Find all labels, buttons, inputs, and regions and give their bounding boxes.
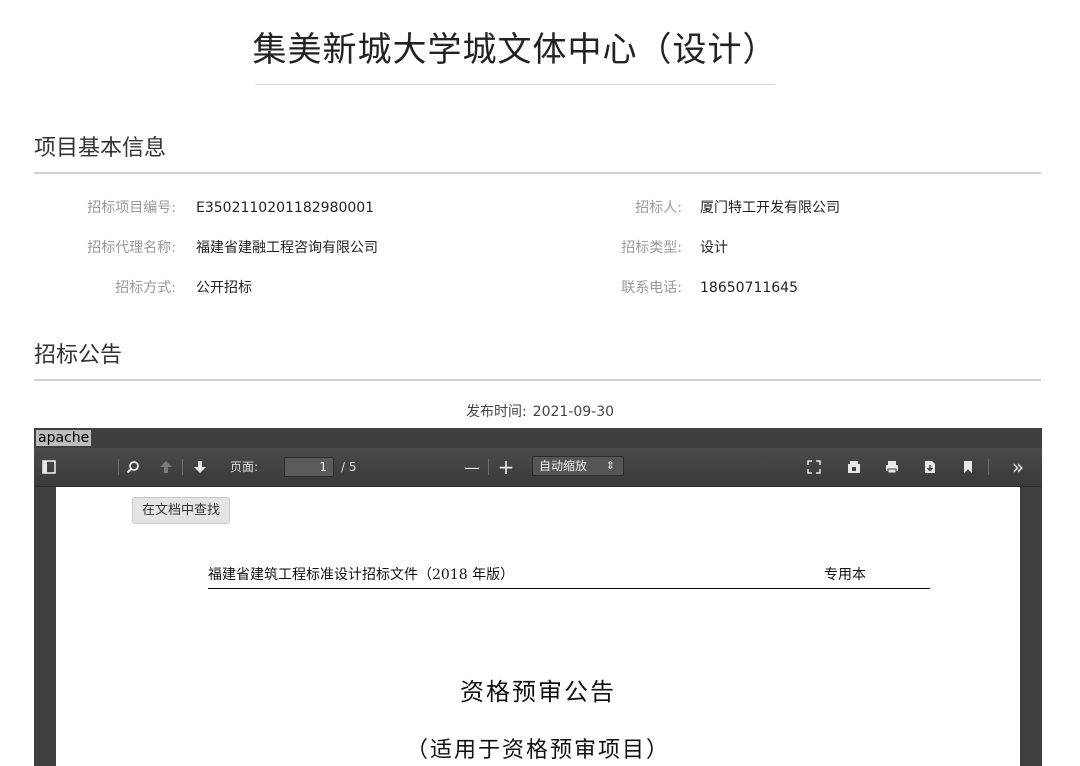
print-icon[interactable]	[882, 448, 902, 486]
notice-divider	[34, 379, 1041, 381]
search-icon[interactable]	[122, 448, 144, 486]
toolbar-separator	[488, 459, 489, 475]
doc-subtitle: （适用于资格预审项目）	[405, 738, 670, 763]
next-page-icon[interactable]	[190, 448, 210, 486]
tenderer-value: 厦门特工开发有限公司	[700, 200, 840, 216]
doc-header-right: 专用本	[824, 567, 866, 583]
download-icon[interactable]	[920, 448, 940, 486]
doc-running-header: 福建省建筑工程标准设计招标文件（2018 年版） 专用本	[208, 564, 930, 589]
pdf-viewer: apache 页面: 1 / 5 — + 自动缩放 ⇕ » 福建省建筑工程标准设…	[34, 428, 1042, 766]
page-title: 集美新城大学城文体中心（设计）	[252, 30, 778, 70]
open-file-icon[interactable]	[844, 448, 864, 486]
tools-menu-button[interactable]: »	[1006, 448, 1030, 486]
find-tooltip: 在文档中查找	[132, 497, 231, 524]
tender-method-label: 招标方式:	[115, 280, 176, 296]
toolbar-separator	[182, 459, 183, 475]
tenderer-label: 招标人:	[635, 200, 682, 216]
doc-title: 资格预审公告	[460, 678, 616, 706]
presentation-mode-icon[interactable]	[804, 448, 824, 486]
bookmark-icon[interactable]	[958, 448, 978, 486]
viewer-alt-text: apache	[34, 428, 1042, 448]
zoom-in-button[interactable]: +	[496, 448, 516, 486]
chevron-updown-icon: ⇕	[605, 459, 615, 472]
notice-heading: 招标公告	[34, 343, 123, 368]
toolbar-separator	[988, 459, 989, 475]
project-info-heading: 项目基本信息	[34, 136, 167, 161]
zoom-out-button[interactable]: —	[462, 448, 482, 486]
publish-time: 发布时间: 2021-09-30	[0, 401, 1080, 421]
project-number-value: E3502110201182980001	[196, 200, 375, 216]
toolbar-separator	[118, 459, 119, 475]
sidebar-toggle-icon[interactable]	[40, 448, 58, 486]
title-divider	[255, 84, 775, 85]
page-label: 页面:	[230, 460, 259, 474]
pdf-page: 福建省建筑工程标准设计招标文件（2018 年版） 专用本 资格预审公告 （适用于…	[56, 487, 1020, 766]
page-number-input[interactable]: 1	[284, 457, 334, 477]
agency-value: 福建省建融工程咨询有限公司	[196, 240, 378, 256]
tender-type-value: 设计	[700, 240, 728, 256]
project-info-divider	[34, 172, 1041, 174]
pdf-toolbar: 页面: 1 / 5 — + 自动缩放 ⇕ »	[34, 448, 1042, 487]
page-count: / 5	[341, 460, 357, 474]
project-number-label: 招标项目编号:	[87, 200, 176, 216]
contact-phone-value: 18650711645	[700, 280, 798, 296]
publish-time-value: 2021-09-30	[532, 404, 615, 420]
tender-type-label: 招标类型:	[621, 240, 682, 256]
agency-label: 招标代理名称:	[87, 240, 176, 256]
zoom-select[interactable]: 自动缩放 ⇕	[532, 456, 624, 476]
previous-page-icon[interactable]	[156, 448, 176, 486]
zoom-select-value: 自动缩放	[539, 459, 588, 473]
doc-header-left: 福建省建筑工程标准设计招标文件（2018 年版）	[208, 567, 515, 583]
publish-time-label: 发布时间:	[465, 404, 527, 420]
tender-method-value: 公开招标	[196, 280, 252, 296]
contact-phone-label: 联系电话:	[621, 280, 682, 296]
